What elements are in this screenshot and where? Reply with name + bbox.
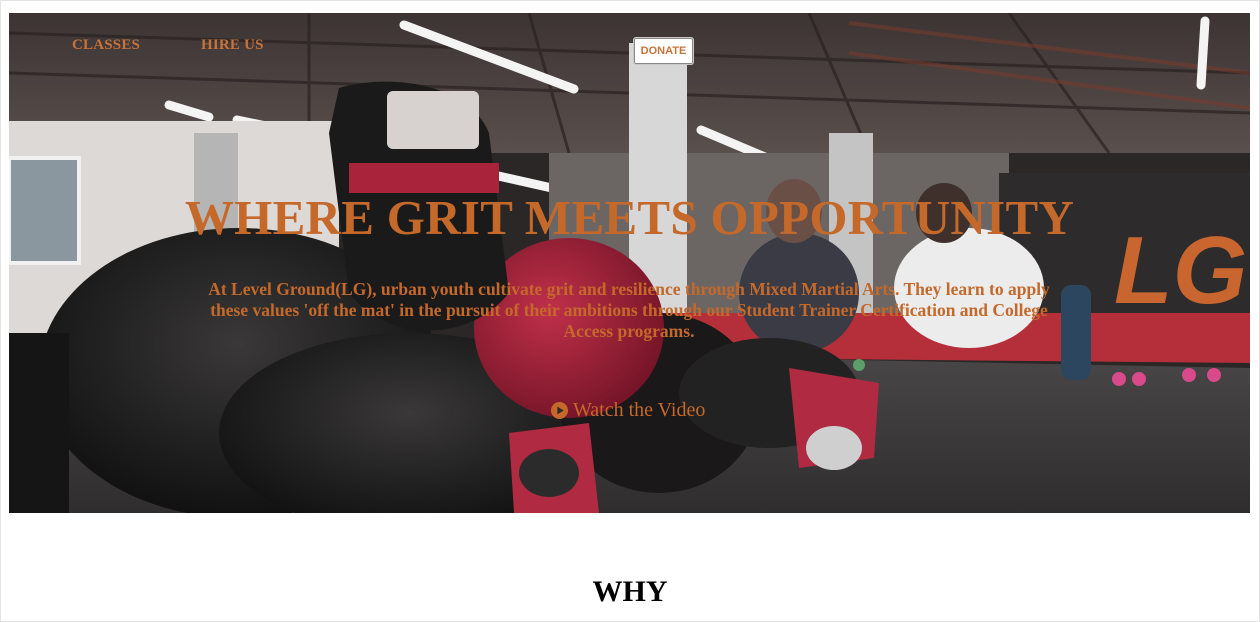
nav-link-classes[interactable]: CLASSES (72, 37, 140, 54)
hero-background-image: LG (9, 13, 1250, 513)
nav-link-hire-us[interactable]: HIRE US (201, 37, 264, 54)
hero-title: WHERE GRIT MEETS OPPORTUNITY (184, 190, 1075, 245)
hero-section: LG CLASSES HIRE US DONATE WHERE GRIT MEE… (9, 13, 1250, 513)
page: LG CLASSES HIRE US DONATE WHERE GRIT MEE… (0, 0, 1260, 622)
why-section-heading: WHY (592, 575, 668, 608)
play-circle-icon (551, 402, 568, 419)
watch-video-label: Watch the Video (573, 399, 706, 421)
donate-button[interactable]: DONATE (633, 37, 694, 65)
hero-description: At Level Ground(LG), urban youth cultiva… (208, 279, 1050, 341)
watch-video-link[interactable]: Watch the Video (551, 399, 705, 422)
